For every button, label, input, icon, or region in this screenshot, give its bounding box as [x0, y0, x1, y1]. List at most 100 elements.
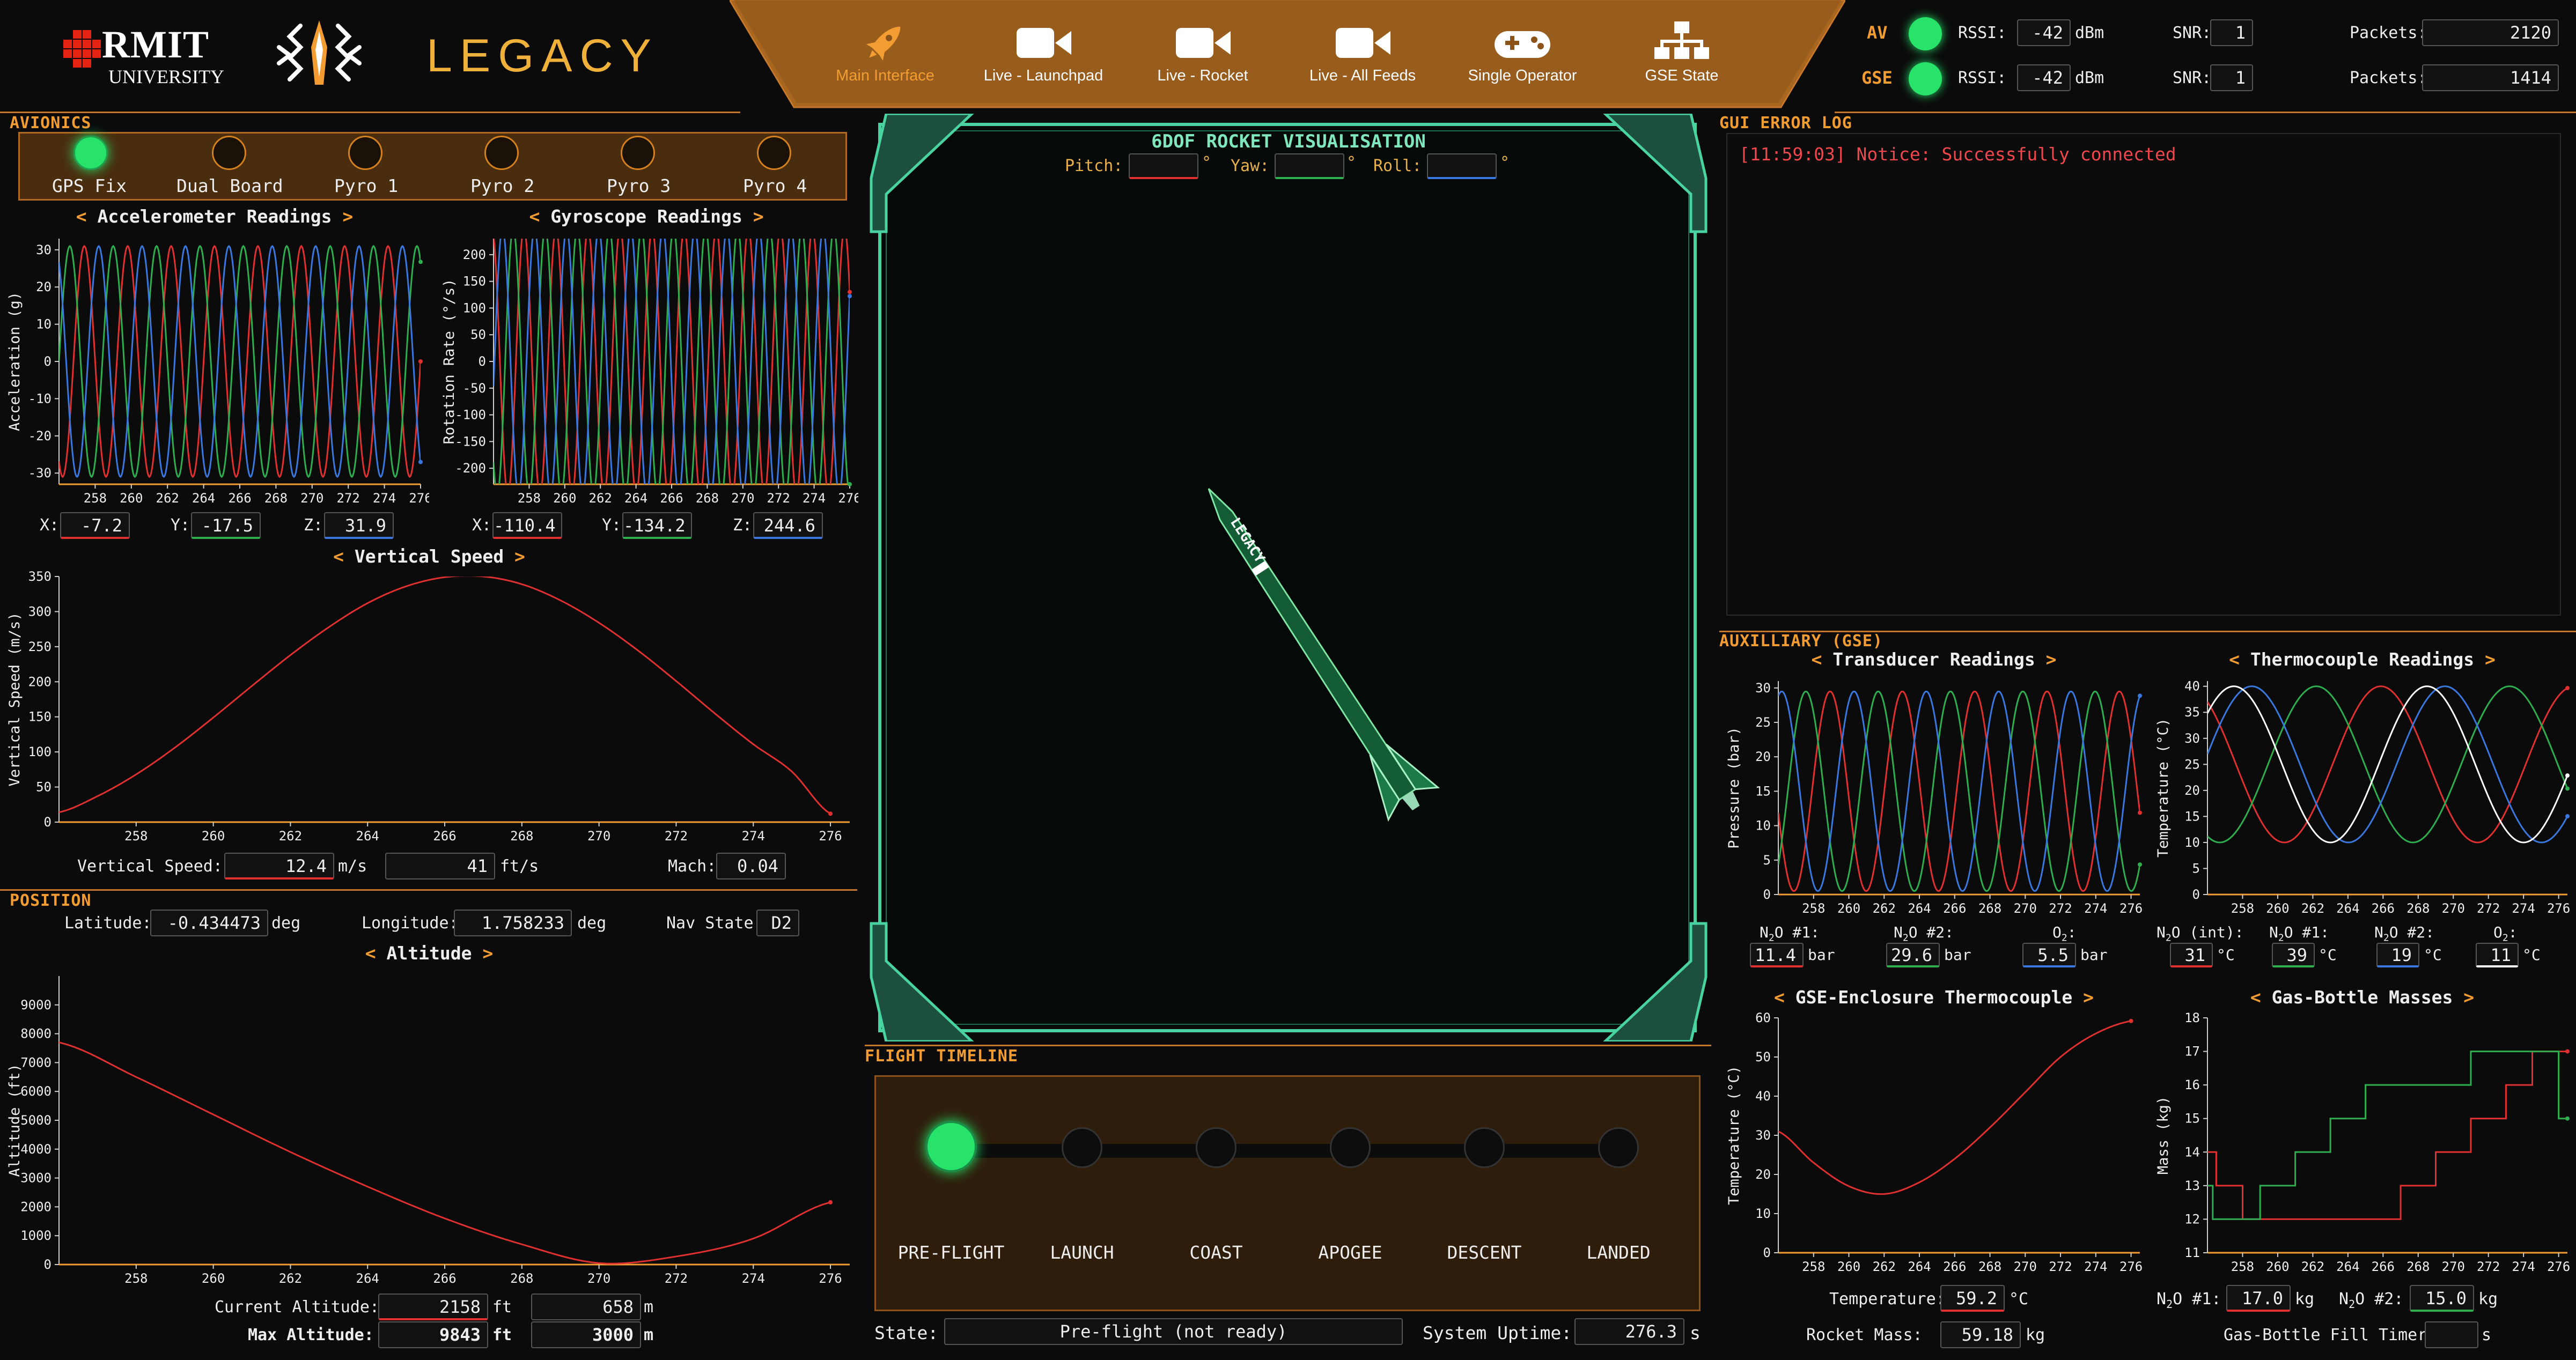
y-tick-label: 100 — [28, 744, 51, 759]
transducer-plot-title: < Transducer Readings > — [1719, 649, 2148, 670]
gyro-y-label: Y: — [602, 516, 622, 535]
x-tick-label: 276 — [819, 1271, 842, 1286]
error-log-entry: [11:59:03] Notice: Successfully connecte… — [1739, 144, 2176, 165]
x-tick-label: 276 — [2119, 901, 2143, 916]
series-end-point — [2129, 1018, 2133, 1023]
y-tick-label: 50 — [1755, 1049, 1771, 1065]
altitude-prev-arrow[interactable]: < — [365, 943, 376, 964]
x-tick-label: 262 — [1873, 1259, 1896, 1274]
tc-n2o1-label: N2O #1: — [2269, 923, 2329, 944]
enclosure-temp-label: Temperature: — [1829, 1290, 1946, 1309]
current-altitude-label: Current Altitude: — [215, 1298, 380, 1317]
gyro-next-arrow[interactable]: > — [753, 206, 764, 227]
y-tick-label: 30 — [1755, 1128, 1771, 1143]
thermocouple-prev-arrow[interactable]: < — [2229, 649, 2240, 670]
y-tick-label: 6000 — [20, 1084, 51, 1099]
x-tick-label: 264 — [1908, 901, 1931, 916]
nav-main-interface[interactable]: Main Interface — [815, 16, 955, 91]
x-tick-label: 268 — [1978, 1259, 2001, 1274]
x-tick-label: 264 — [624, 491, 647, 506]
status-gse-indicator — [1909, 62, 1942, 95]
status-av-indicator — [1909, 17, 1942, 50]
nav-live-rocket[interactable]: Live - Rocket — [1133, 16, 1272, 91]
enclosure-prev-arrow[interactable]: < — [1774, 987, 1785, 1008]
y-tick-label: 20 — [1755, 749, 1771, 764]
tr-o2-value: 5.5 — [2022, 943, 2076, 967]
pitch-deg: ° — [1202, 153, 1212, 172]
team-emblem-icon — [277, 20, 362, 85]
vspeed-next-arrow[interactable]: > — [514, 546, 525, 567]
series-line — [59, 576, 831, 815]
masses-next-arrow[interactable]: > — [2463, 987, 2474, 1008]
y-tick-label: -10 — [28, 391, 51, 406]
fill-timer-value — [2425, 1321, 2478, 1348]
status-av-label: AV — [1867, 23, 1888, 43]
y-tick-label: -100 — [455, 408, 486, 423]
tc-n2o2-value: 19 — [2376, 943, 2419, 967]
x-tick-label: 274 — [2084, 1259, 2107, 1274]
nav-gse-state[interactable]: GSE State — [1612, 16, 1751, 91]
state-value: Pre-flight (not ready) — [944, 1318, 1403, 1345]
accel-x-value: -7.2 — [60, 512, 130, 539]
series-line-2 — [2207, 1051, 2567, 1220]
thermocouple-next-arrow[interactable]: > — [2485, 649, 2496, 670]
y-tick-label: 60 — [1755, 1010, 1771, 1025]
y-tick-label: 25 — [1755, 715, 1771, 730]
y-tick-label: 100 — [463, 300, 486, 315]
transducer-next-arrow[interactable]: > — [2046, 649, 2057, 670]
enclosure-temp-unit: °C — [2009, 1290, 2029, 1309]
y-tick-label: 0 — [44, 815, 51, 830]
error-log-panel[interactable]: [11:59:03] Notice: Successfully connecte… — [1726, 133, 2561, 616]
max-altitude-ft: 9843 — [378, 1321, 488, 1348]
y-tick-label: 3000 — [20, 1171, 51, 1186]
transducer-prev-arrow[interactable]: < — [1812, 649, 1822, 670]
uptime-unit: s — [1690, 1322, 1701, 1343]
gps-fix-indicator — [73, 136, 108, 170]
x-tick-label: 274 — [742, 829, 765, 844]
x-tick-label: 272 — [2477, 901, 2500, 916]
gyro-x-value: -110.4 — [492, 512, 562, 539]
stage-landed-node[interactable] — [1598, 1127, 1639, 1168]
y-tick-label: 0 — [479, 354, 486, 369]
nav-single-operator[interactable]: Single Operator — [1453, 16, 1592, 91]
series-line-4 — [2207, 685, 2567, 844]
x-tick-label: 268 — [1978, 901, 2001, 916]
rssi-value: -42 — [2017, 64, 2071, 91]
y-tick-label: 50 — [36, 780, 51, 795]
y-tick-label: -150 — [455, 434, 486, 449]
y-axis-title: Temperature (°C) — [2155, 718, 2172, 858]
accel-prev-arrow[interactable]: < — [76, 206, 87, 227]
x-tick-label: 272 — [2477, 1259, 2500, 1274]
mass-n2o1-unit: kg — [2295, 1290, 2315, 1309]
y-tick-label: 16 — [2184, 1077, 2200, 1092]
header-divider-right — [1835, 112, 2576, 113]
masses-prev-arrow[interactable]: < — [2250, 987, 2261, 1008]
gamepad-icon — [1495, 31, 1550, 58]
stage-descent-node[interactable] — [1464, 1127, 1505, 1168]
y-tick-label: -20 — [28, 428, 51, 444]
x-tick-label: 270 — [2014, 901, 2037, 916]
series-line-1 — [2207, 685, 2567, 844]
x-tick-label: 264 — [2336, 1259, 2359, 1274]
stage-launch-node[interactable] — [1062, 1127, 1102, 1168]
stage-pre-flight-node[interactable] — [925, 1121, 977, 1172]
x-tick-label: 276 — [2119, 1259, 2143, 1274]
nav-live-all-feeds[interactable]: Live - All Feeds — [1293, 16, 1432, 91]
gyro-z-value: 244.6 — [753, 512, 823, 539]
x-tick-label: 262 — [156, 491, 179, 506]
stage-coast-node[interactable] — [1196, 1127, 1237, 1168]
accel-x-label: X: — [40, 516, 60, 535]
gyro-prev-arrow[interactable]: < — [529, 206, 540, 227]
accel-next-arrow[interactable]: > — [342, 206, 353, 227]
x-tick-label: 268 — [510, 829, 533, 844]
series-line — [1778, 1020, 2131, 1195]
header-bar: RMIT UNIVERSITY LEGACY Main Interface Li… — [0, 0, 2576, 113]
enclosure-next-arrow[interactable]: > — [2083, 987, 2094, 1008]
stage-apogee-node[interactable] — [1330, 1127, 1371, 1168]
snr-label: SNR: — [2173, 24, 2212, 42]
vspeed-prev-arrow[interactable]: < — [333, 546, 344, 567]
altitude-next-arrow[interactable]: > — [482, 943, 493, 964]
nav-live-launchpad[interactable]: Live - Launchpad — [974, 16, 1113, 91]
accel-z-label: Z: — [304, 516, 323, 535]
x-tick-label: 270 — [2442, 1259, 2465, 1274]
